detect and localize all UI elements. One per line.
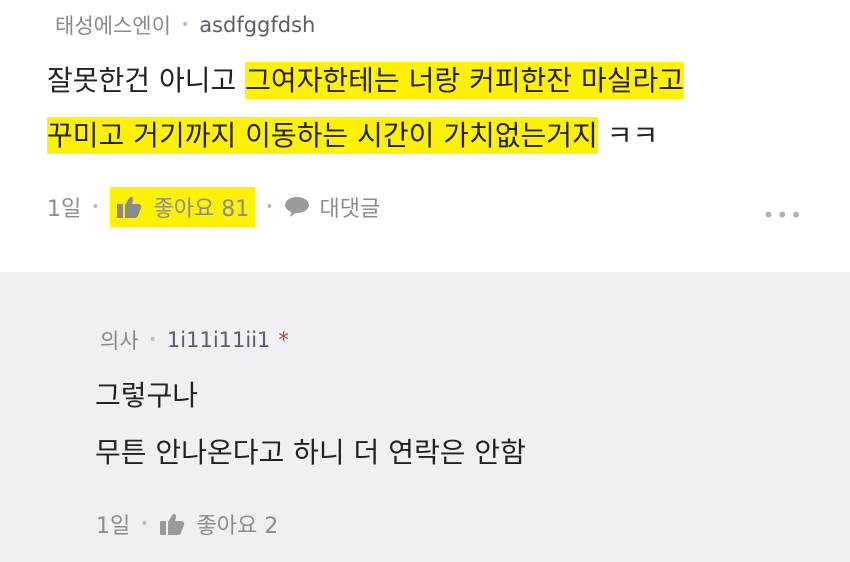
- thumbs-up-icon: [159, 512, 185, 536]
- reply-line-1: 그렇구나: [95, 379, 199, 412]
- author-badge[interactable]: 태성에스엔이: [55, 10, 171, 40]
- more-dots-icon[interactable]: •••: [763, 203, 804, 227]
- reply-line-2: 무튼 안나온다고 하니 더 연락은 안함: [95, 436, 526, 469]
- comment-actions: 1일 • 좋아요 81 • 대댓글: [47, 187, 380, 227]
- like-button[interactable]: 좋아요 81: [109, 187, 256, 227]
- reply-button[interactable]: 대댓글: [284, 191, 381, 223]
- reply-like-button[interactable]: 좋아요 2: [159, 508, 279, 540]
- separator-dot: •: [180, 17, 190, 33]
- comment-meta: 태성에스엔이 • asdfggfdsh: [55, 10, 315, 40]
- comment-line-1: 잘못한건 아니고 그여자한테는 너랑 커피한잔 마실라고: [47, 61, 684, 101]
- speech-bubble-icon: [284, 196, 310, 218]
- reply-author-badge[interactable]: 의사: [100, 325, 139, 355]
- reply-actions: 1일 • 좋아요 2: [96, 508, 278, 540]
- comment-time: 1일: [47, 197, 82, 222]
- comment-text-highlight: 꾸미고 거기까지 이동하는 시간이 가치없는거지: [47, 117, 598, 154]
- comment-text-plain: 잘못한건 아니고: [47, 64, 246, 97]
- author-marker: *: [278, 328, 289, 352]
- author-name[interactable]: asdfggfdsh: [199, 13, 315, 37]
- reply-time: 1일: [96, 514, 131, 539]
- comment-text-plain: ㅋㅋ: [597, 119, 659, 152]
- reply-like-count-label: 좋아요 2: [196, 514, 279, 539]
- reply-author-name[interactable]: 1i11i11ii1: [167, 328, 271, 352]
- comment-text-highlight: 그여자한테는 너랑 커피한잔 마실라고: [245, 62, 684, 99]
- like-count-label: 좋아요 81: [153, 197, 250, 222]
- comment-line-2: 꾸미고 거기까지 이동하는 시간이 가치없는거지 ㅋㅋ: [47, 116, 658, 156]
- reply-meta: 의사 • 1i11i11ii1 *: [100, 325, 289, 355]
- separator-dot: •: [91, 199, 100, 215]
- thumbs-up-icon: [116, 195, 142, 219]
- separator-dot: •: [140, 516, 149, 532]
- separator-dot: •: [265, 199, 274, 215]
- comment-card: 태성에스엔이 • asdfggfdsh 잘못한건 아니고 그여자한테는 너랑 커…: [0, 0, 850, 272]
- separator-dot: •: [148, 332, 157, 348]
- reply-label: 대댓글: [319, 197, 381, 222]
- reply-card: 의사 • 1i11i11ii1 * 그렇구나 무튼 안나온다고 하니 더 연락은…: [0, 272, 850, 562]
